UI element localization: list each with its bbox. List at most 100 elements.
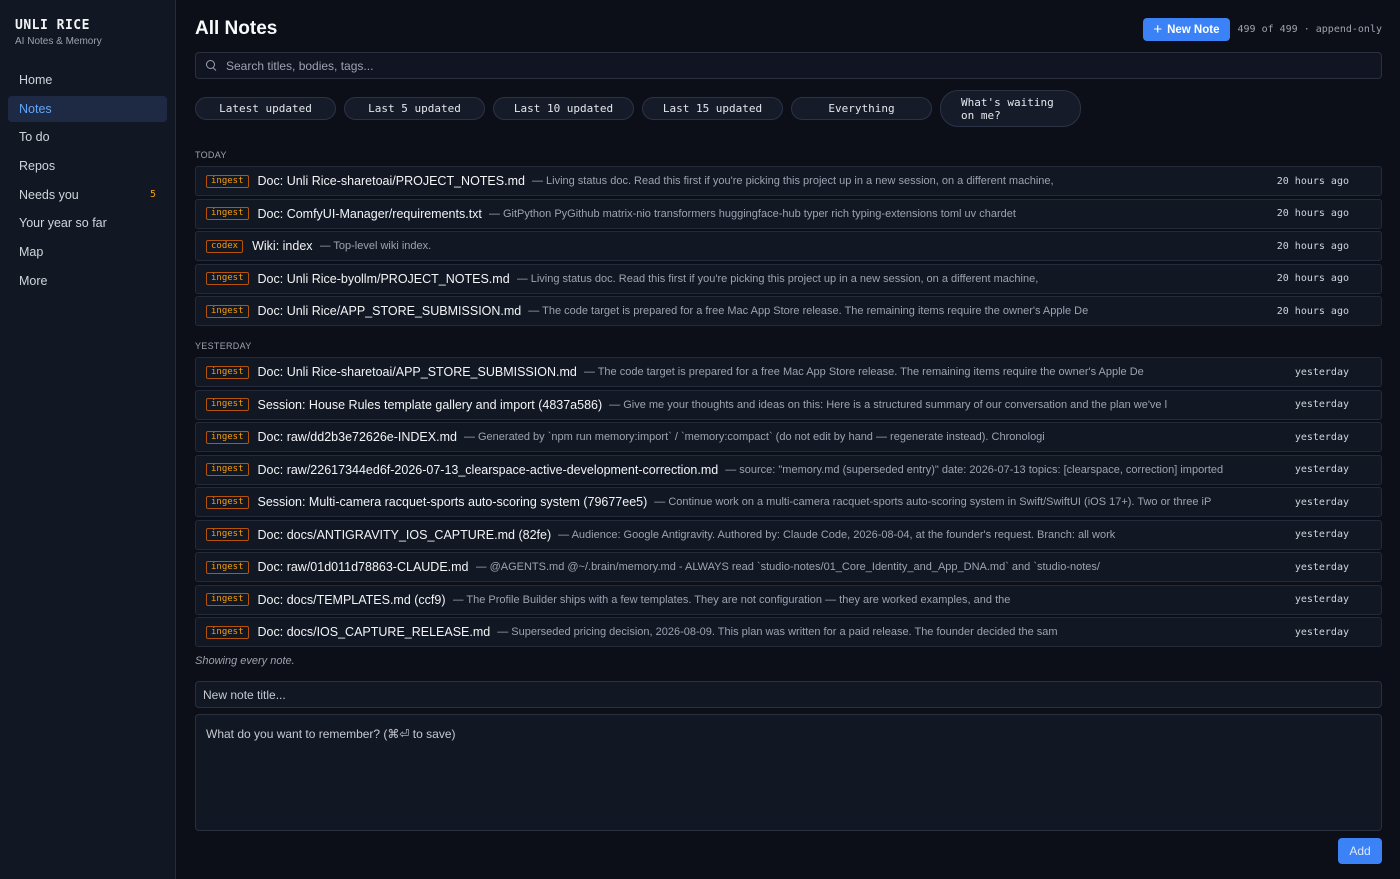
search-input[interactable] — [226, 58, 1326, 73]
note-row[interactable]: ingest Doc: Unli Rice/APP_STORE_SUBMISSIO… — [195, 296, 1382, 326]
note-title: Doc: Unli Rice-sharetoai/APP_STORE_SUBMI… — [257, 365, 577, 379]
note-snippet: — Generated by `npm run memory:import` /… — [463, 431, 1045, 443]
note-snippet: — Superseded pricing decision, 2026-08-0… — [497, 626, 1058, 638]
filter-pill-5[interactable]: What's waiting on me? — [940, 90, 1081, 127]
sidebar-item-home[interactable]: Home — [8, 67, 167, 93]
note-title: Doc: raw/22617344ed6f-2026-07-13_clearsp… — [257, 462, 719, 477]
note-tag: ingest — [206, 304, 249, 318]
filter-pill-1[interactable]: Last 5 updated — [344, 97, 485, 120]
showing-status: Showing every note. — [195, 655, 295, 667]
note-row[interactable]: ingest Doc: Unli Rice-sharetoai/APP_STORE… — [195, 357, 1382, 387]
new-note-button[interactable]: + New Note — [1143, 18, 1230, 41]
note-snippet: — Audience: Google Antigravity. Authored… — [558, 528, 1116, 541]
sidebar-item-label: To do — [19, 130, 50, 145]
sidebar-item-map[interactable]: Map — [8, 239, 167, 265]
note-time: 20 hours ago — [1276, 175, 1349, 187]
header-actions: + New Note 499 of 499 · append-only — [1143, 18, 1382, 41]
note-snippet: — Living status doc. Read this first if … — [516, 272, 1039, 285]
note-row[interactable]: codex Wiki: index — Top-level wiki index. 2… — [195, 231, 1382, 261]
note-snippet: — The code target is prepared for a free… — [583, 366, 1144, 378]
note-title: Doc: raw/01d011d78863-CLAUDE.md — [257, 560, 469, 574]
search-bar — [195, 52, 1382, 79]
note-row[interactable]: ingest Doc: ComfyUI-Manager/requirements.… — [195, 198, 1382, 229]
note-snippet: — @AGENTS.md @~/.brain/memory.md - ALWAY… — [475, 561, 1100, 573]
note-row[interactable]: ingest Session: House Rules template gall… — [195, 389, 1382, 420]
search-icon — [205, 59, 218, 72]
note-tag: ingest — [206, 495, 249, 509]
new-note-body-input[interactable] — [195, 714, 1382, 831]
note-snippet: — The Profile Builder ships with a few t… — [452, 593, 1011, 606]
filter-pill-4[interactable]: Everything — [791, 97, 932, 120]
note-title: Doc: Unli Rice-byollm/PROJECT_NOTES.md — [257, 271, 510, 286]
note-time: yesterday — [1294, 431, 1349, 443]
sidebar-item-label: Notes — [19, 101, 52, 116]
sidebar-item-label: Repos — [19, 159, 56, 174]
sidebar-item-label: Home — [19, 73, 53, 87]
note-tag: ingest — [206, 593, 249, 606]
note-title: Wiki: index — [252, 239, 313, 253]
add-button[interactable]: Add — [1338, 838, 1382, 864]
sidebar-item-notes[interactable]: Notes — [8, 95, 167, 122]
sidebar-item-your-year-so-far[interactable]: Your year so far — [8, 210, 167, 236]
note-title: Doc: docs/IOS_CAPTURE_RELEASE.md — [257, 625, 491, 639]
note-title: Doc: docs/TEMPLATES.md (ccf9) — [257, 592, 446, 607]
note-row[interactable]: ingest Doc: raw/dd2b3e72626e-INDEX.md — Ge… — [195, 422, 1382, 452]
plus-icon: + — [1153, 21, 1163, 38]
note-count: 499 of 499 · append-only — [1237, 24, 1383, 35]
note-tag: ingest — [206, 463, 249, 476]
note-time: yesterday — [1294, 594, 1349, 605]
note-tag: ingest — [206, 560, 249, 574]
section-label-today: TODAY — [195, 150, 227, 160]
brand: UNLI RICE AI Notes & Memory — [15, 18, 102, 47]
note-tag: ingest — [206, 207, 249, 220]
note-tag: ingest — [206, 528, 249, 541]
note-row[interactable]: ingest Doc: docs/TEMPLATES.md (ccf9) — The… — [195, 584, 1382, 615]
brand-subtitle: AI Notes & Memory — [15, 36, 102, 47]
note-tag: ingest — [206, 272, 249, 285]
new-note-label: New Note — [1167, 23, 1220, 36]
note-time: 20 hours ago — [1276, 208, 1349, 219]
notes-list-today: ingest Doc: Unli Rice-sharetoai/PROJECT_N… — [195, 166, 1382, 329]
note-row[interactable]: ingest Doc: docs/ANTIGRAVITY_IOS_CAPTURE.… — [195, 519, 1382, 550]
note-row[interactable]: ingest Doc: raw/22617344ed6f-2026-07-13_c… — [195, 454, 1382, 485]
note-row[interactable]: ingest Doc: docs/IOS_CAPTURE_RELEASE.md — … — [195, 617, 1382, 647]
main-content: All Notes + New Note 499 of 499 · append… — [195, 0, 1382, 879]
needs-you-badge: 5 — [149, 189, 156, 201]
note-title: Doc: Unli Rice/APP_STORE_SUBMISSION.md — [257, 304, 522, 318]
note-time: yesterday — [1294, 496, 1349, 508]
note-snippet: — Top-level wiki index. — [319, 240, 432, 252]
note-title: Doc: docs/ANTIGRAVITY_IOS_CAPTURE.md (82… — [257, 527, 552, 542]
note-row[interactable]: ingest Doc: Unli Rice-sharetoai/PROJECT_N… — [195, 166, 1382, 196]
note-row[interactable]: ingest Doc: raw/01d011d78863-CLAUDE.md — @… — [195, 552, 1382, 582]
note-time: yesterday — [1294, 561, 1349, 573]
filter-pill-0[interactable]: Latest updated — [195, 97, 336, 120]
sidebar-item-needs-you[interactable]: Needs you 5 — [8, 182, 167, 208]
note-time: yesterday — [1294, 399, 1349, 410]
filter-pills: Latest updated Last 5 updated Last 10 upda… — [195, 90, 1081, 127]
note-snippet: — Give me your thoughts and ideas on thi… — [609, 398, 1168, 411]
note-title: Doc: raw/dd2b3e72626e-INDEX.md — [257, 430, 457, 444]
note-row[interactable]: ingest Session: Multi-camera racquet-spor… — [195, 487, 1382, 517]
sidebar-item-label: Map — [19, 245, 44, 260]
filter-pill-2[interactable]: Last 10 updated — [493, 97, 634, 120]
note-tag: ingest — [206, 365, 249, 379]
note-time: 20 hours ago — [1276, 273, 1349, 284]
filter-pill-3[interactable]: Last 15 updated — [642, 97, 783, 120]
brand-title: UNLI RICE — [15, 18, 90, 33]
note-tag: ingest — [206, 398, 249, 411]
sidebar-item-label: Needs you — [19, 187, 79, 202]
sidebar-item-to-do[interactable]: To do — [8, 124, 167, 150]
note-time: 20 hours ago — [1276, 240, 1349, 252]
sidebar-nav: Home Notes To do Repos Needs you 5 Your year s… — [8, 67, 167, 297]
note-row[interactable]: ingest Doc: Unli Rice-byollm/PROJECT_NOTE… — [195, 263, 1382, 294]
note-tag: ingest — [206, 430, 249, 444]
note-title: Session: Multi-camera racquet-sports aut… — [257, 495, 648, 509]
note-snippet: — source: "memory.md (superseded entry)"… — [725, 463, 1224, 476]
note-snippet: — Continue work on a multi-camera racque… — [654, 496, 1212, 508]
new-note-title-input[interactable] — [195, 681, 1382, 708]
sidebar-item-label: Your year so far — [19, 216, 107, 231]
note-title: Session: House Rules template gallery an… — [257, 397, 603, 412]
sidebar-item-more[interactable]: More — [8, 268, 167, 294]
sidebar-item-repos[interactable]: Repos — [8, 153, 167, 179]
note-snippet: — The code target is prepared for a free… — [528, 305, 1089, 317]
